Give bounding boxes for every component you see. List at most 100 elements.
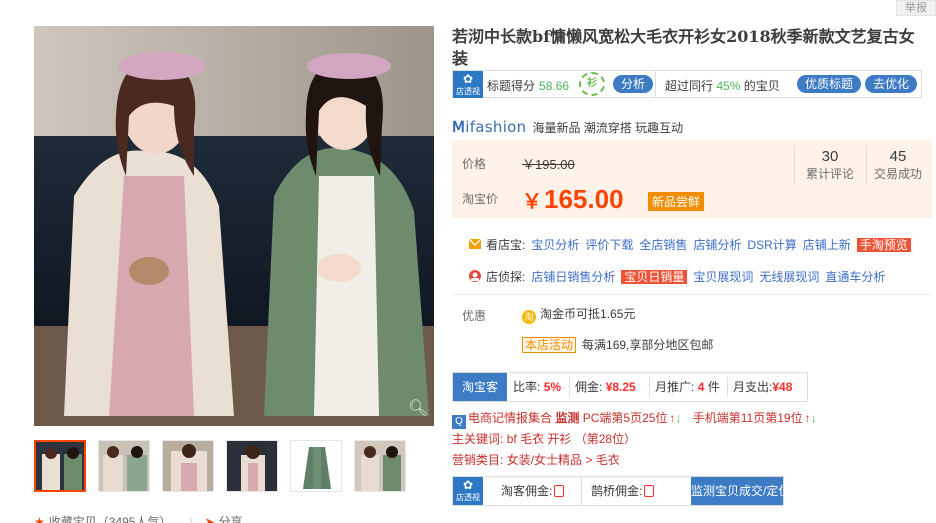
favorites-share-row: ★ 收藏宝贝（3495人气） | ➤ 分享	[34, 513, 243, 523]
detective-icon	[469, 270, 481, 282]
divider	[655, 71, 656, 98]
commission-value: ¥8.25	[605, 380, 636, 394]
thumbnail-photo	[355, 441, 405, 491]
link-store-daily-sales[interactable]: 店铺日销售分析	[531, 270, 615, 284]
favorites-link[interactable]: 收藏宝贝（3495人气）	[49, 515, 172, 523]
link-store-new-arrivals[interactable]: 店铺上新	[803, 238, 851, 252]
thumbnail-photo	[227, 441, 277, 491]
shop-tools-label: 看店宝:	[486, 238, 526, 252]
m-mark-icon: 𝖬	[452, 118, 466, 136]
keywords-line: 主关键词: bf 毛衣 开衫 （第28位）	[452, 430, 636, 447]
divider	[649, 377, 650, 397]
monitor-link[interactable]: 监测	[555, 411, 579, 425]
shop-spy-label: 店侦探:	[486, 270, 526, 284]
rank-arrows-icon: ↑↓	[669, 411, 682, 425]
analyze-button[interactable]: 分析	[613, 75, 654, 93]
taobao-price-label: 淘宝价	[462, 192, 499, 206]
link-ztc-analysis[interactable]: 直通车分析	[825, 270, 885, 284]
peer-comparison: 超过同行 45% 的宝贝	[665, 77, 780, 94]
lock-icon	[644, 485, 655, 497]
coin-amount: 1.65元	[600, 307, 636, 321]
sales-label: 交易成功	[873, 167, 922, 181]
coin-text: 淘金币可抵	[540, 307, 601, 321]
link-item-display-words[interactable]: 宝贝展现词	[693, 270, 753, 284]
price-panel: 价格 ￥195.00 淘宝价 ￥165.00 新品尝鲜 30 累计评论 45 交…	[452, 140, 932, 218]
category-badge-icon: 衫	[579, 72, 605, 96]
thumbnail-1[interactable]	[34, 440, 86, 492]
product-photo	[34, 26, 434, 426]
pc-rank: PC端第5页25位	[582, 411, 668, 425]
queqiao-commission-label: 鹊桥佣金:	[591, 484, 643, 498]
title-score-value: 58.66	[539, 79, 570, 93]
thumbnail-photo	[163, 441, 213, 491]
dian-toushi-logo: ✿ 店透视	[453, 71, 483, 98]
link-dsr-calc[interactable]: DSR计算	[747, 238, 796, 252]
commission-label: 佣金:	[575, 380, 603, 394]
ifashion-logo[interactable]: 𝖬ifashion	[452, 118, 526, 136]
queqiao-commission-cell[interactable]: 鹊桥佣金:	[591, 477, 655, 505]
logo-text: 店透视	[456, 87, 480, 96]
share-link[interactable]: 分享	[219, 515, 243, 523]
coin-icon: 淘	[522, 310, 536, 324]
main-product-image[interactable]: 🔍︎	[34, 26, 434, 426]
optimize-button[interactable]: 去优化	[865, 75, 918, 93]
q-icon: Q	[452, 415, 466, 429]
sales-stat: 45 交易成功	[868, 148, 928, 182]
reviews-label: 累计评论	[805, 167, 854, 181]
quality-title-button[interactable]: 优质标题	[797, 75, 862, 93]
store-activity-tag: 本店活动	[522, 337, 577, 353]
report-link[interactable]: 举报	[896, 0, 936, 16]
link-wireless-display-words[interactable]: 无线展现词	[759, 270, 819, 284]
thumbnail-6[interactable]	[354, 440, 406, 492]
monthly-promo-value: 4	[697, 380, 705, 394]
category-label: 营销类目:	[452, 453, 504, 467]
store-activity-text: 每满169,享部分地区包邮	[582, 338, 714, 352]
share-icon: ➤	[204, 515, 215, 523]
link-store-sales[interactable]: 全店销售	[639, 238, 687, 252]
taojinbi-line: 淘淘金币可抵1.65元	[522, 305, 635, 324]
thumbnail-4[interactable]	[226, 440, 278, 492]
title-score-label: 标题得分	[487, 79, 536, 93]
divider	[581, 477, 582, 505]
category-value[interactable]: 女装/女士精品 > 毛衣	[507, 453, 620, 467]
sale-price: ￥165.00	[522, 184, 624, 217]
zoom-magnifier-icon[interactable]: 🔍︎	[408, 400, 428, 418]
intel-collection-link[interactable]: 电商记情报集合	[468, 411, 552, 425]
link-store-analysis[interactable]: 店铺分析	[693, 238, 741, 252]
item-daily-sales-button[interactable]: 宝贝日销量	[621, 270, 688, 284]
peer-prefix: 超过同行	[665, 79, 714, 93]
taoke-commission-bar: 淘宝客 比率: 5% 佣金: ¥8.25 月推广: 4 件 月支出:¥48	[452, 372, 808, 402]
keywords-value[interactable]: bf 毛衣 开衫 （第28位）	[507, 432, 636, 446]
taoke-tab[interactable]: 淘宝客	[453, 373, 507, 401]
link-item-analysis[interactable]: 宝贝分析	[531, 238, 579, 252]
rank-arrows-icon: ↑↓	[804, 411, 817, 425]
thumbnail-3[interactable]	[162, 440, 214, 492]
thumbnail-photo	[291, 441, 341, 491]
link-review-download[interactable]: 评价下载	[585, 238, 633, 252]
envelope-icon	[468, 238, 482, 249]
divider: |	[189, 515, 193, 523]
thumbnail-strip	[34, 440, 434, 494]
ifashion-slogan: 海量新品 潮流穿搭 玩趣互动	[532, 121, 684, 135]
monitor-locate-button[interactable]: 监测宝贝成交/定位	[691, 477, 790, 505]
thumbnail-2[interactable]	[98, 440, 150, 492]
mobile-preview-button[interactable]: 手淘预览	[856, 238, 911, 252]
currency-symbol: ￥	[522, 191, 542, 213]
monthly-promo-unit: 件	[707, 380, 720, 394]
monthly-promo-label: 月推广:	[655, 380, 695, 394]
shop-tools-row: 看店宝: 宝贝分析 评价下载 全店销售 店铺分析 DSR计算 店铺上新 手淘预览	[452, 236, 932, 260]
sale-price-value: 165.00	[544, 184, 624, 214]
divider	[794, 146, 795, 186]
monthly-promo-cell: 月推广: 4 件	[655, 373, 720, 401]
reviews-stat[interactable]: 30 累计评论	[800, 148, 860, 182]
thumbnail-5[interactable]	[290, 440, 342, 492]
ifashion-brand-row: 𝖬ifashion 海量新品 潮流穿搭 玩趣互动	[452, 118, 683, 136]
divider	[727, 377, 728, 397]
taoke-commission-label: 淘客佣金:	[501, 484, 553, 498]
commission-cell: 佣金: ¥8.25	[575, 373, 636, 401]
product-title: 若沏中长款bf慵懒风宽松大毛衣开衫女2018秋季新款文艺复古女装	[452, 27, 915, 68]
reviews-count: 30	[821, 148, 839, 165]
title-score: 标题得分 58.66	[487, 77, 569, 94]
store-activity-line: 本店活动 每满169,享部分地区包邮	[522, 336, 713, 353]
taoke-commission-cell[interactable]: 淘客佣金:	[501, 477, 565, 505]
